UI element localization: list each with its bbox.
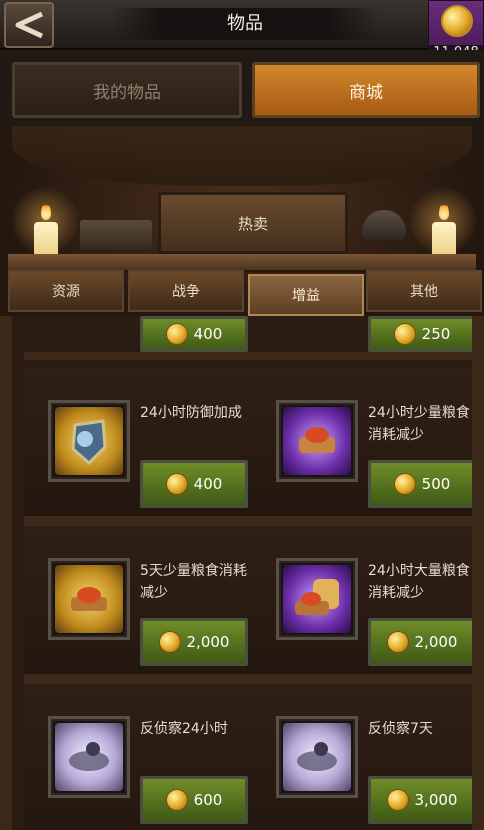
gold-coin-icon <box>386 631 409 653</box>
books-icon <box>80 220 152 250</box>
buy-button[interactable]: 400 <box>140 316 248 352</box>
item-icon-frame <box>48 558 130 640</box>
gold-coin-icon <box>441 5 473 37</box>
top-tab-bar: 我的物品 商城 <box>0 50 484 126</box>
tab-my-items[interactable]: 我的物品 <box>12 62 242 118</box>
flame-right-icon <box>439 202 449 220</box>
price-label: 500 <box>421 475 451 493</box>
item-name: 24小时少量粮食消耗减少 <box>368 405 470 443</box>
item-name: 24小时防御加成 <box>140 405 242 421</box>
tab-boost[interactable]: 增益 <box>248 274 364 316</box>
buy-button[interactable]: 600 <box>140 776 248 824</box>
category-tabs: 资源 战争 增益 其他 <box>8 270 482 316</box>
price-label: 3,000 <box>414 791 458 809</box>
price-label: 400 <box>193 325 223 343</box>
buy-button[interactable]: 2,000 <box>140 618 248 666</box>
item-name: 5天少量粮食消耗减少 <box>140 563 247 601</box>
buy-button[interactable]: 2,000 <box>368 618 472 666</box>
price-label: 400 <box>193 475 223 493</box>
item-row: 24小时防御加成 400 24小时少量粮食消耗减少 500 <box>24 368 472 526</box>
bread-icon <box>55 565 123 633</box>
buy-button[interactable]: 400 <box>140 460 248 508</box>
list-item[interactable]: 24小时大量粮食消耗减少 2,000 <box>252 526 472 676</box>
item-icon-frame <box>48 716 130 798</box>
list-item[interactable]: 反侦察24小时 600 <box>24 684 252 830</box>
helmet-icon <box>362 210 406 240</box>
tab-store[interactable]: 商城 <box>252 62 480 118</box>
list-item[interactable]: 反侦察7天 3,000 <box>252 684 472 830</box>
item-icon-frame <box>276 400 358 482</box>
item-list[interactable]: 400 250 24小时防御加成 400 24小时少量粮食消耗减少 500 5天… <box>0 316 484 830</box>
gold-coin-icon <box>393 473 416 495</box>
gold-coin-icon <box>165 789 188 811</box>
item-row: 5天少量粮食消耗减少 2,000 24小时大量粮食消耗减少 2,000 <box>24 526 472 684</box>
hot-sale-banner: 热卖 <box>158 192 348 254</box>
tab-war[interactable]: 战争 <box>128 270 244 312</box>
anti-scout-icon <box>283 723 351 791</box>
price-label: 600 <box>193 791 223 809</box>
flame-left-icon <box>41 202 51 220</box>
item-row: 反侦察24小时 600 反侦察7天 3,000 <box>24 684 472 830</box>
price-label: 2,000 <box>414 633 458 651</box>
item-icon-frame <box>276 558 358 640</box>
bread-stack-icon <box>283 565 351 633</box>
back-button[interactable] <box>4 2 54 48</box>
price-label: 250 <box>421 325 451 343</box>
list-item[interactable]: 24小时少量粮食消耗减少 500 <box>252 368 472 518</box>
gold-coin-icon <box>393 323 416 345</box>
list-item[interactable]: 5天少量粮食消耗减少 2,000 <box>24 526 252 676</box>
buy-button[interactable]: 3,000 <box>368 776 472 824</box>
list-item[interactable]: 24小时防御加成 400 <box>24 368 252 518</box>
gold-coin-icon <box>158 631 181 653</box>
price-label: 2,000 <box>186 633 230 651</box>
item-name: 反侦察7天 <box>368 721 433 737</box>
header-bar: 物品 11,048 <box>0 0 484 72</box>
back-arrow-icon <box>15 11 44 39</box>
room-beam <box>12 126 472 186</box>
tab-other[interactable]: 其他 <box>366 270 482 312</box>
page-title: 物品 <box>110 8 380 40</box>
item-name: 24小时大量粮食消耗减少 <box>368 563 470 601</box>
bread-icon <box>283 407 351 475</box>
buy-button[interactable]: 500 <box>368 460 472 508</box>
item-icon-frame <box>276 716 358 798</box>
partial-row: 400 250 <box>24 316 472 360</box>
gold-coin-icon <box>386 789 409 811</box>
buy-button[interactable]: 250 <box>368 316 472 352</box>
tab-resources[interactable]: 资源 <box>8 270 124 312</box>
item-icon-frame <box>48 400 130 482</box>
shield-icon <box>55 407 123 475</box>
gold-coin-icon <box>165 323 188 345</box>
item-name: 反侦察24小时 <box>140 721 228 737</box>
gold-coin-icon <box>165 473 188 495</box>
anti-scout-icon <box>55 723 123 791</box>
